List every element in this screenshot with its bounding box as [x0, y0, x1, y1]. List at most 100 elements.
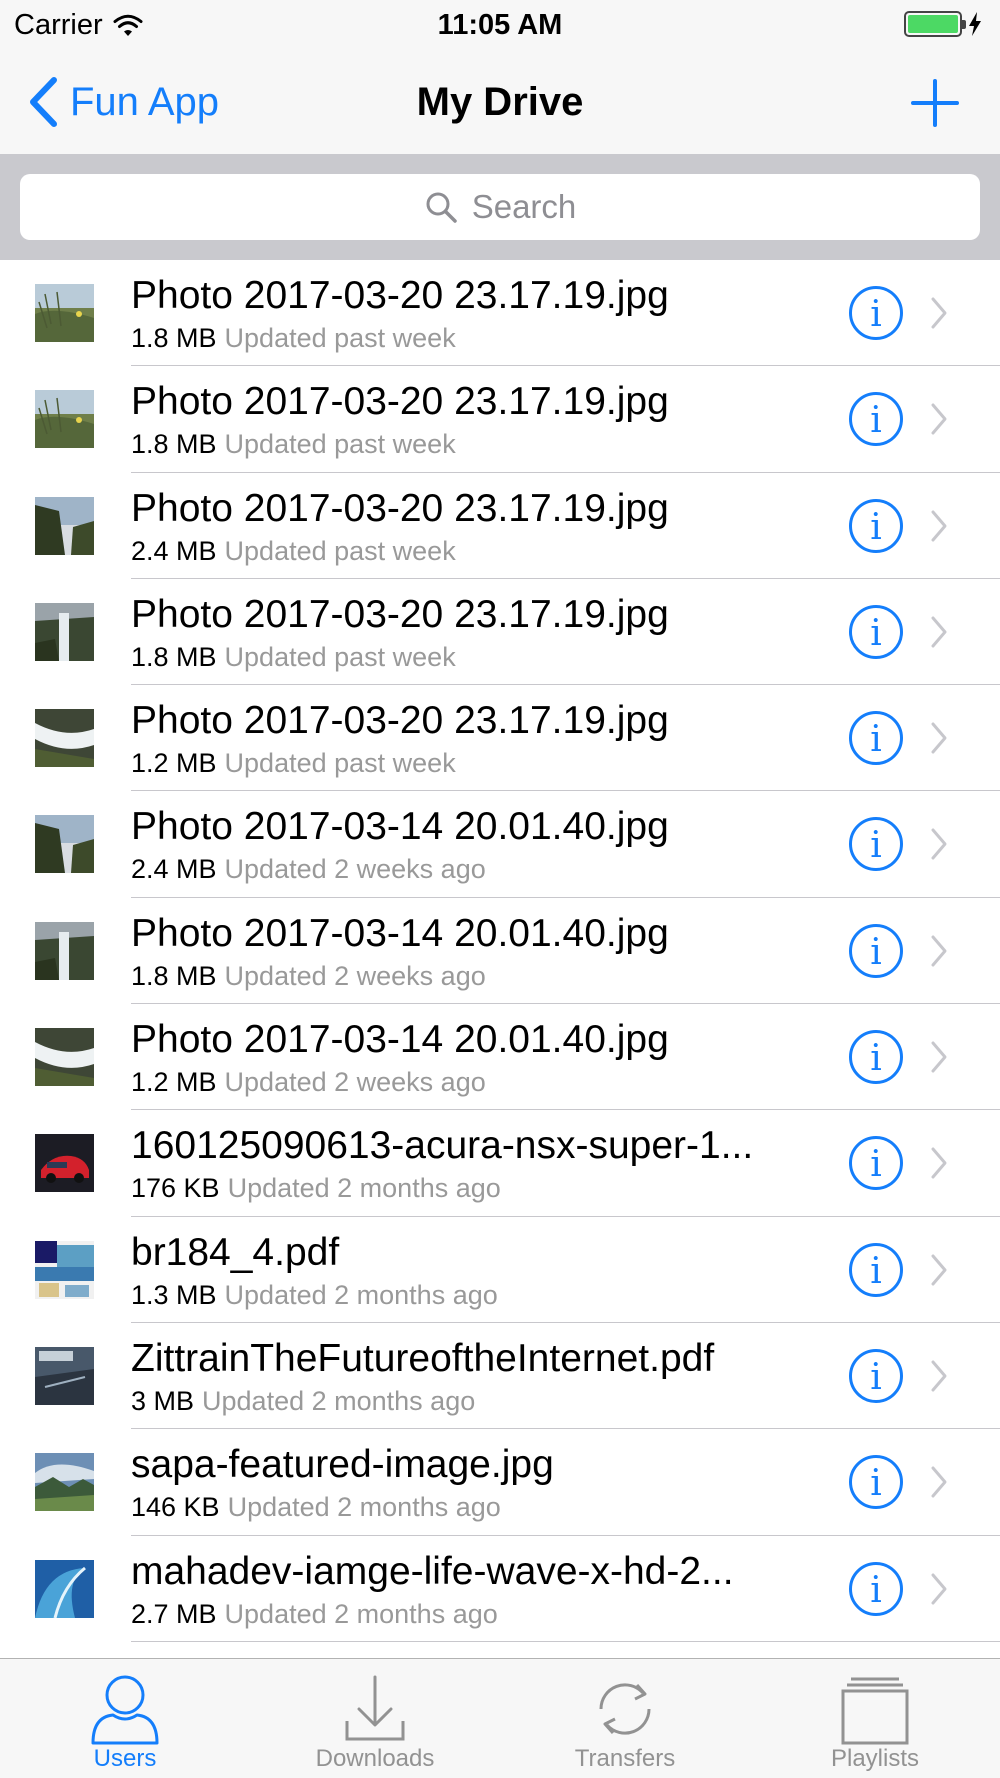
- chevron-right-icon: [930, 402, 948, 436]
- file-size: 1.8 MB: [131, 429, 217, 460]
- file-meta: 2.4 MB Updated past week: [131, 536, 456, 567]
- tab-label: Transfers: [574, 1745, 676, 1772]
- clock: 11:05 AM: [437, 9, 563, 41]
- chevron-right-icon: [930, 615, 948, 649]
- tab-downloads[interactable]: Downloads: [250, 1659, 500, 1778]
- file-thumbnail: [35, 1240, 94, 1299]
- file-row[interactable]: Photo 2017-03-14 20.01.40.jpg 1.8 MB Updat…: [0, 898, 1000, 1005]
- file-row[interactable]: Photo 2017-03-20 23.17.19.jpg 1.2 MB Updat…: [0, 685, 1000, 792]
- file-name: br184_4.pdf: [131, 1230, 340, 1274]
- file-size: 1.8 MB: [131, 323, 217, 353]
- info-button[interactable]: i: [848, 1242, 904, 1298]
- file-updated: Updated past week: [224, 429, 456, 460]
- tab-playlists[interactable]: Playlists: [750, 1659, 1000, 1778]
- file-meta: 2.4 MB Updated 2 weeks ago: [131, 854, 486, 885]
- file-meta: 1.8 MB Updated 2 weeks ago: [131, 961, 486, 992]
- file-size: 1.2 MB: [131, 1067, 217, 1098]
- file-name: Photo 2017-03-14 20.01.40.jpg: [131, 911, 669, 955]
- svg-text:i: i: [870, 932, 882, 973]
- file-updated: Updated past week: [224, 535, 456, 566]
- file-updated: Updated past week: [224, 323, 456, 353]
- file-size: 2.4 MB: [131, 854, 217, 885]
- file-thumbnail: [35, 390, 94, 449]
- file-size: 2.4 MB: [131, 535, 217, 566]
- file-meta: 1.3 MB Updated 2 months ago: [131, 1280, 498, 1311]
- info-button[interactable]: i: [848, 604, 904, 660]
- info-button[interactable]: i: [848, 498, 904, 554]
- info-button[interactable]: i: [848, 285, 904, 341]
- file-row[interactable]: br184_4.pdf 1.3 MB Updated 2 months ago i: [0, 1217, 1000, 1324]
- file-size: 1.2 MB: [131, 748, 217, 779]
- navigation-bar: Fun App My Drive: [0, 50, 1000, 154]
- file-size: 3 MB: [131, 1385, 195, 1416]
- chevron-right-icon: [930, 1040, 948, 1074]
- file-thumbnail: [35, 602, 94, 661]
- info-button[interactable]: i: [848, 1029, 904, 1085]
- file-thumbnail: [35, 1453, 94, 1512]
- file-meta: 2.7 MB Updated 2 months ago: [131, 1599, 498, 1630]
- file-meta: 1.8 MB Updated past week: [131, 642, 456, 673]
- file-meta: 176 KB Updated 2 months ago: [131, 1173, 501, 1204]
- chevron-right-icon: [930, 1465, 948, 1499]
- file-row[interactable]: Photo 2017-03-14 20.01.40.jpg 2.4 MB Updat…: [0, 791, 1000, 899]
- file-row[interactable]: 160125090613-acura-nsx-super-1... 176 KB U…: [0, 1110, 1000, 1217]
- file-thumbnail: [35, 1346, 94, 1405]
- file-size: 146 KB: [131, 1492, 220, 1523]
- file-updated: Updated 2 weeks ago: [224, 960, 486, 991]
- file-row[interactable]: mahadev-iamge-life-wave-x-hd-2... 2.7 MB U…: [0, 1536, 1000, 1643]
- info-button[interactable]: i: [848, 923, 904, 979]
- svg-text:i: i: [870, 1463, 882, 1504]
- file-updated: Updated past week: [224, 748, 456, 779]
- chevron-right-icon: [930, 1146, 948, 1180]
- sync-icon: [599, 1683, 651, 1735]
- tab-label: Downloads: [315, 1745, 435, 1772]
- svg-text:i: i: [870, 1251, 882, 1292]
- file-size: 1.8 MB: [131, 960, 217, 991]
- user-icon: [91, 1675, 159, 1745]
- file-row[interactable]: ZittrainTheFutureoftheInternet.pdf 3 MB Up…: [0, 1323, 1000, 1430]
- page-title: My Drive: [416, 80, 584, 124]
- file-name: ZittrainTheFutureoftheInternet.pdf: [131, 1336, 715, 1380]
- chevron-right-icon: [930, 827, 948, 861]
- file-name: Photo 2017-03-14 20.01.40.jpg: [131, 805, 669, 849]
- file-size: 2.7 MB: [131, 1598, 217, 1629]
- charging-bolt-icon: [969, 12, 981, 36]
- svg-text:i: i: [870, 507, 882, 548]
- file-size: 176 KB: [131, 1173, 220, 1204]
- file-row[interactable]: Photo 2017-03-20 23.17.19.jpg 1.8 MB Updat…: [0, 260, 1000, 367]
- svg-text:i: i: [870, 1038, 882, 1079]
- tab-users[interactable]: Users: [0, 1659, 250, 1778]
- file-name: Photo 2017-03-20 23.17.19.jpg: [131, 592, 669, 636]
- file-row[interactable]: Photo 2017-03-20 23.17.19.jpg 1.8 MB Updat…: [0, 579, 1000, 686]
- file-list: Photo 2017-03-20 23.17.19.jpg 1.8 MB Updat…: [0, 260, 1000, 1658]
- tab-transfers[interactable]: Transfers: [500, 1659, 750, 1778]
- info-button[interactable]: i: [848, 1454, 904, 1510]
- info-button[interactable]: i: [848, 710, 904, 766]
- tab-label: Playlists: [830, 1745, 920, 1772]
- info-button[interactable]: i: [848, 1135, 904, 1191]
- search-input[interactable]: Search: [20, 174, 980, 240]
- status-bar: Carrier 11:05 AM: [0, 0, 1000, 50]
- playlist-icon: [841, 1677, 909, 1745]
- file-meta: 146 KB Updated 2 months ago: [131, 1492, 501, 1523]
- file-row[interactable]: sapa-featured-image.jpg 146 KB Updated 2 m…: [0, 1429, 1000, 1536]
- file-row[interactable]: Photo 2017-03-14 20.01.40.jpg 1.2 MB Updat…: [0, 1004, 1000, 1111]
- chevron-right-icon: [930, 934, 948, 968]
- file-row[interactable]: Photo 2017-03-20 23.17.19.jpg 1.8 MB Updat…: [0, 366, 1000, 473]
- info-button[interactable]: i: [848, 391, 904, 447]
- file-thumbnail: [35, 1134, 94, 1193]
- chevron-right-icon: [930, 296, 948, 330]
- info-button[interactable]: i: [848, 1561, 904, 1617]
- search-icon: [426, 192, 457, 223]
- file-name: 160125090613-acura-nsx-super-1...: [131, 1124, 754, 1168]
- svg-text:i: i: [870, 1357, 882, 1398]
- svg-text:i: i: [870, 825, 882, 866]
- info-button[interactable]: i: [848, 816, 904, 872]
- file-row[interactable]: Photo 2017-03-20 23.17.19.jpg 2.4 MB Updat…: [0, 473, 1000, 580]
- info-button[interactable]: i: [848, 1348, 904, 1404]
- battery-icon: [904, 11, 966, 37]
- file-updated: Updated 2 months ago: [227, 1173, 501, 1204]
- add-button[interactable]: [910, 78, 960, 128]
- file-name: mahadev-iamge-life-wave-x-hd-2...: [131, 1549, 734, 1593]
- svg-text:i: i: [870, 613, 882, 654]
